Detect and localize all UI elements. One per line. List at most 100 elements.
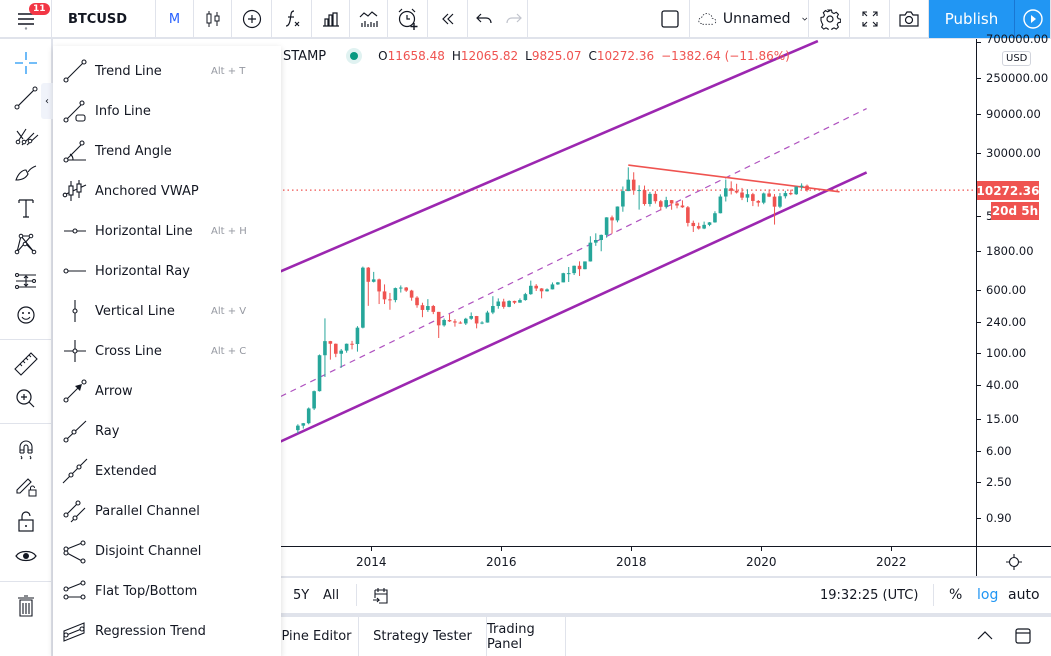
- menu-item-cross-line[interactable]: Cross Line Alt + C: [53, 331, 281, 371]
- candle-body: [642, 190, 647, 205]
- channel-middle-line[interactable]: [270, 108, 867, 402]
- cloud-icon: [698, 13, 717, 25]
- menu-item-horizontal-ray[interactable]: Horizontal Ray: [53, 251, 281, 291]
- interval-button[interactable]: M: [156, 0, 194, 38]
- goto-date-button[interactable]: [371, 586, 391, 610]
- fullscreen-button[interactable]: [850, 0, 890, 38]
- tab-pine-editor[interactable]: Pine Editor: [274, 617, 359, 656]
- menu-item-info-line[interactable]: Info Line: [53, 91, 281, 131]
- menu-item-trend-angle[interactable]: Trend Angle: [53, 131, 281, 171]
- channel-upper-line[interactable]: [270, 39, 819, 277]
- text-tool[interactable]: [10, 192, 42, 224]
- percent-scale-toggle[interactable]: %: [949, 587, 962, 603]
- pitchfork-tool[interactable]: [10, 119, 42, 151]
- settings-button[interactable]: [810, 0, 850, 38]
- menu-item-disjoint-channel[interactable]: Disjoint Channel: [53, 531, 281, 571]
- candle-body: [361, 267, 365, 328]
- menu-item-extended[interactable]: Extended: [53, 451, 281, 491]
- financials-button[interactable]: [350, 0, 388, 38]
- candle-body: [740, 192, 744, 198]
- menu-item-flat-top-bottom[interactable]: Flat Top/Bottom: [53, 571, 281, 611]
- alert-icon: [398, 8, 417, 30]
- candle: [501, 298, 506, 309]
- channel-lower-line[interactable]: [270, 171, 868, 448]
- disjoint-channel-icon: [61, 537, 89, 565]
- candle: [393, 287, 398, 303]
- candle: [388, 292, 392, 310]
- measure-tool[interactable]: [10, 348, 42, 380]
- candle: [761, 192, 766, 205]
- redo-button[interactable]: [500, 0, 528, 38]
- play-icon: [1022, 9, 1043, 29]
- maximize-panel-button[interactable]: [1013, 626, 1033, 650]
- time-tick: [761, 547, 762, 551]
- candle-body: [463, 318, 468, 324]
- patterns-tool[interactable]: [10, 228, 42, 260]
- menu-item-label: Extended: [95, 463, 157, 479]
- range-all-button[interactable]: All: [323, 588, 339, 603]
- remove-drawings-button[interactable]: [10, 590, 42, 622]
- extended-line-icon: [61, 457, 89, 485]
- price-tick: [977, 384, 981, 386]
- candle-body: [388, 299, 392, 301]
- trend-line-tool[interactable]: [10, 82, 42, 114]
- candle-body: [664, 200, 668, 207]
- zoom-in-tool[interactable]: [10, 383, 42, 415]
- menu-item-regression-trend[interactable]: Regression Trend: [53, 611, 281, 651]
- last-price-tag: 10272.36: [977, 181, 1040, 200]
- currency-label[interactable]: USD: [1002, 51, 1032, 66]
- screenshot-button[interactable]: [890, 0, 929, 38]
- horizontal-line-icon: [61, 217, 89, 245]
- alert-button[interactable]: [388, 0, 428, 38]
- range-5y-button[interactable]: 5Y: [293, 588, 309, 603]
- candle-body: [485, 312, 490, 323]
- menu-item-vertical-line[interactable]: Vertical Line Alt + V: [53, 291, 281, 331]
- templates-button[interactable]: [312, 0, 350, 38]
- menu-item-anchored-vwap[interactable]: Anchored VWAP: [53, 171, 281, 211]
- crosshair-tool[interactable]: [10, 47, 42, 79]
- chart-type-button[interactable]: [194, 0, 232, 38]
- price-axis[interactable]: USD 50 700000.00250000.0090000.0030000.0…: [976, 32, 1051, 576]
- menu-item-horizontal-line[interactable]: Horizontal Line Alt + H: [53, 211, 281, 251]
- calendar-goto-icon: [373, 588, 388, 604]
- candle: [371, 271, 376, 283]
- layout-name: Unnamed: [722, 11, 791, 27]
- price-label: 15.00: [986, 412, 1019, 427]
- replay-button[interactable]: [428, 0, 468, 38]
- stay-in-drawing-mode-button[interactable]: [10, 469, 42, 501]
- log-scale-toggle[interactable]: log: [977, 587, 998, 603]
- expand-panel-button[interactable]: [975, 627, 995, 647]
- clock-display[interactable]: 19:32:25 (UTC): [820, 588, 918, 603]
- price-label: 700000.00: [986, 32, 1049, 46]
- menu-item-ray[interactable]: Ray: [53, 411, 281, 451]
- candle-body: [469, 316, 473, 319]
- menu-item-trend-line[interactable]: Trend Line Alt + T: [53, 51, 281, 91]
- collapse-tools-button[interactable]: ‹: [41, 83, 53, 119]
- vertical-line-icon: [61, 297, 89, 325]
- layout-button[interactable]: [650, 0, 690, 38]
- main-menu-button[interactable]: 11: [0, 0, 52, 38]
- hide-drawings-button[interactable]: [10, 540, 42, 572]
- icons-tool[interactable]: [10, 299, 42, 331]
- chart-settings-corner-button[interactable]: [976, 546, 1051, 576]
- tab-trading-panel[interactable]: Trading Panel: [487, 617, 566, 656]
- auto-scale-toggle[interactable]: auto: [1008, 587, 1040, 603]
- magnet-mode-button[interactable]: [10, 434, 42, 466]
- layout-name-dropdown[interactable]: Unnamed: [690, 0, 808, 38]
- candle-body: [371, 279, 376, 282]
- candle-body: [761, 193, 766, 203]
- prediction-tool[interactable]: [10, 265, 42, 297]
- menu-item-arrow[interactable]: Arrow: [53, 371, 281, 411]
- undo-button[interactable]: [468, 0, 500, 38]
- menu-item-parallel-channel[interactable]: Parallel Channel: [53, 491, 281, 531]
- candle: [745, 189, 750, 203]
- lock-drawings-button[interactable]: [10, 505, 42, 537]
- menu-item-label: Info Line: [95, 103, 151, 119]
- brush-tool[interactable]: [10, 156, 42, 188]
- compare-button[interactable]: [232, 0, 272, 38]
- indicators-button[interactable]: [272, 0, 312, 38]
- tab-strategy-tester[interactable]: Strategy Tester: [359, 617, 487, 656]
- candle-body: [453, 321, 457, 323]
- symbol-search-button[interactable]: BTCUSD: [54, 0, 156, 38]
- candle: [404, 287, 408, 292]
